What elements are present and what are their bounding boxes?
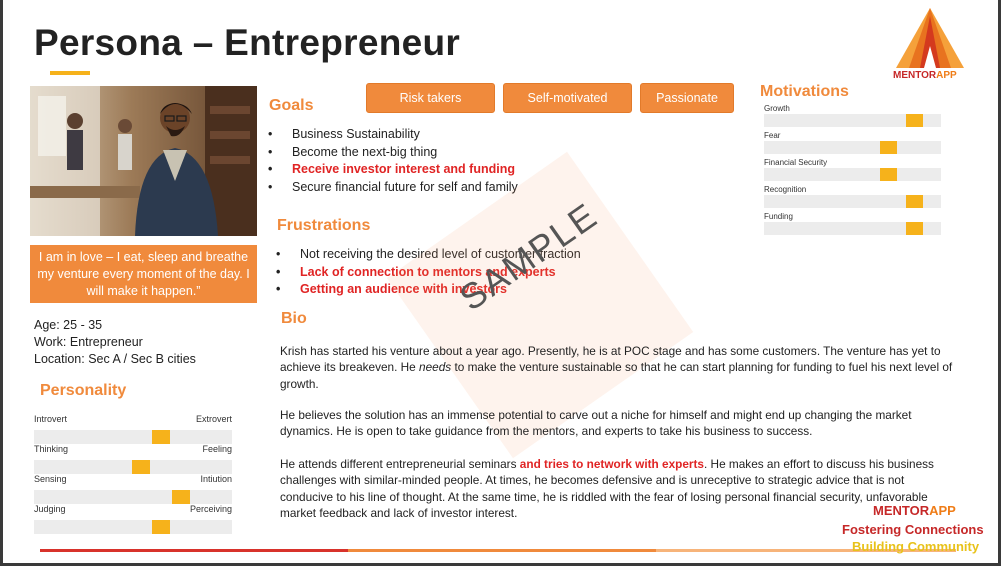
motivation-label: Financial Security xyxy=(764,158,828,167)
motivation-bar xyxy=(764,222,941,235)
trait-labels: Judging Perceiving xyxy=(34,504,232,516)
brand-tagline-2: Building Community xyxy=(852,539,980,554)
trait-right-label: Perceiving xyxy=(189,504,232,514)
trait-right-label: Feeling xyxy=(202,444,232,454)
trait-scale-bar xyxy=(34,430,232,444)
goal-item: Secure financial future for self and fam… xyxy=(268,179,518,197)
trait-scale-bar xyxy=(34,520,232,534)
motivation-marker xyxy=(879,168,897,181)
bio-paragraph-2: He believes the solution has an immense … xyxy=(280,408,912,439)
motivation-marker xyxy=(879,141,897,154)
trait-marker xyxy=(151,520,170,534)
motivation-bar xyxy=(764,168,941,181)
trait-row: Sensing Intiution xyxy=(34,474,232,504)
trait-labels: Introvert Extrovert xyxy=(34,414,232,426)
trait-marker xyxy=(151,430,170,444)
persona-photo xyxy=(30,86,257,236)
motivation-label: Recognition xyxy=(764,185,807,194)
motivation-label: Funding xyxy=(764,212,793,221)
trait-marker xyxy=(131,460,150,474)
motivation-marker xyxy=(906,222,924,235)
trait-labels: Thinking Feeling xyxy=(34,444,232,456)
footer-line-orange xyxy=(348,549,656,552)
goal-item: Business Sustainability xyxy=(268,126,518,144)
trait-row: Judging Perceiving xyxy=(34,504,232,534)
motivations-heading: Motivations xyxy=(760,83,849,100)
personality-heading: Personality xyxy=(40,382,127,399)
frustrations-heading: Frustrations xyxy=(277,217,371,234)
trait-labels: Sensing Intiution xyxy=(34,474,232,486)
location-text: Location: Sec A / Sec B cities xyxy=(34,352,196,366)
motivation-label: Fear xyxy=(764,131,781,140)
brand-name: MENTORAPP xyxy=(873,503,956,518)
title-underline xyxy=(50,71,90,75)
footer-line-red xyxy=(40,549,348,552)
trait-scale-bar xyxy=(34,490,232,504)
motivation-marker xyxy=(906,195,924,208)
tag-risk-takers: Risk takers xyxy=(366,83,495,113)
trait-left-label: Sensing xyxy=(34,474,67,484)
bio-heading: Bio xyxy=(281,310,307,327)
motivation-label: Growth xyxy=(764,104,790,113)
logo-wordmark: MENTORAPP xyxy=(893,70,957,81)
motivation-bar xyxy=(764,141,941,154)
work-text: Work: Entrepreneur xyxy=(34,335,143,349)
goal-item: Become the next-big thing xyxy=(268,144,518,162)
trait-row: Thinking Feeling xyxy=(34,444,232,474)
page-title: Persona – Entrepreneur xyxy=(34,22,461,63)
motivation-marker xyxy=(906,114,924,127)
bio-paragraph-3: He attends different entrepreneurial sem… xyxy=(280,457,934,520)
age-text: Age: 25 - 35 xyxy=(34,318,103,332)
motivation-bar xyxy=(764,195,941,208)
tag-self-motivated: Self-motivated xyxy=(503,83,632,113)
trait-row: Introvert Extrovert xyxy=(34,414,232,444)
brand-tagline-1: Fostering Connections xyxy=(842,522,984,537)
trait-right-label: Extrovert xyxy=(195,414,232,424)
trait-left-label: Judging xyxy=(34,504,66,514)
trait-marker xyxy=(171,490,190,504)
trait-right-label: Intiution xyxy=(200,474,232,484)
trait-scale-bar xyxy=(34,460,232,474)
goal-item: Receive investor interest and funding xyxy=(268,161,518,179)
goals-list: Business SustainabilityBecome the next-b… xyxy=(268,126,518,196)
tag-passionate: Passionate xyxy=(640,83,734,113)
trait-left-label: Thinking xyxy=(34,444,69,454)
goals-heading: Goals xyxy=(269,97,314,114)
trait-left-label: Introvert xyxy=(34,414,68,424)
bio-paragraph-1: Krish has started his venture about a ye… xyxy=(280,344,953,391)
motivation-bar xyxy=(764,114,941,127)
persona-quote: I am in love – I eat, sleep and breathe … xyxy=(30,245,257,303)
